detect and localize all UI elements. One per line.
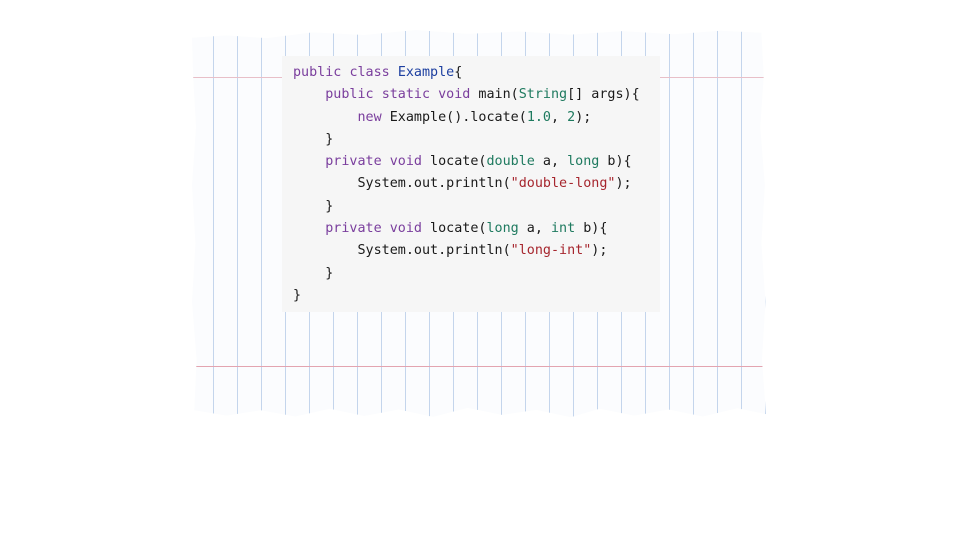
code-line: private void locate(long a, int b){ <box>293 218 660 240</box>
code-line: } <box>293 263 660 285</box>
code-token: public <box>325 87 374 103</box>
code-line: System.out.println("long-int"); <box>293 240 660 262</box>
code-line: System.out.println("double-long"); <box>293 173 660 195</box>
code-line: } <box>293 129 660 151</box>
code-token: b){ <box>599 154 632 170</box>
code-line: } <box>293 285 660 307</box>
code-token: class <box>349 65 390 80</box>
code-token: System.out.println( <box>293 176 511 192</box>
code-token: "long-int" <box>510 243 592 259</box>
code-line: } <box>293 196 660 218</box>
code-token: } <box>293 198 334 214</box>
code-token: private <box>325 154 382 170</box>
code-token: void <box>389 221 422 237</box>
code-line: public static void main(String[] args){ <box>293 84 660 106</box>
code-token: a, <box>534 154 568 170</box>
code-token: new <box>357 109 382 125</box>
code-snippet: public class Example{ public static void… <box>282 56 660 312</box>
code-token: } <box>293 265 334 281</box>
code-token: public <box>293 65 342 80</box>
code-token: } <box>293 287 302 303</box>
code-line: private void locate(double a, long b){ <box>293 151 660 173</box>
code-token: void <box>389 154 422 170</box>
code-token: , <box>551 109 568 125</box>
code-token: a, <box>518 221 551 237</box>
code-token: [] args){ <box>567 87 640 103</box>
code-token: System.out.println( <box>293 243 511 259</box>
code-token: b){ <box>575 221 608 237</box>
code-token: long <box>567 154 600 170</box>
code-token: 2 <box>567 109 576 125</box>
code-token: locate( <box>422 154 487 170</box>
code-token: String <box>518 87 568 103</box>
code-token: Example <box>397 65 455 80</box>
code-token: { <box>454 65 463 80</box>
code-token: long <box>486 221 519 237</box>
code-token: double <box>486 154 535 170</box>
code-token: int <box>551 221 576 237</box>
code-token: locate( <box>422 221 487 237</box>
code-token: } <box>293 131 334 147</box>
code-token: private <box>325 221 382 237</box>
code-token: ); <box>575 109 592 125</box>
code-token: ); <box>591 243 608 259</box>
code-token: static <box>381 87 431 103</box>
code-token: "double-long" <box>510 176 616 192</box>
code-token: ); <box>615 176 632 192</box>
code-token: Example().locate( <box>381 109 527 125</box>
code-token: 1.0 <box>526 109 551 125</box>
code-token: void <box>438 87 471 103</box>
code-line: new Example().locate(1.0, 2); <box>293 107 660 129</box>
code-line: public class Example{ <box>293 62 660 84</box>
code-token: main( <box>470 87 519 103</box>
